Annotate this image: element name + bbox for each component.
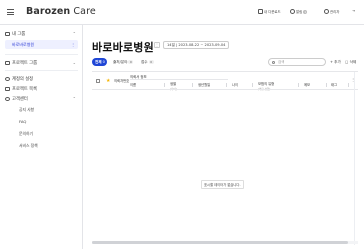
chevron-up-icon[interactable]: ⌃ — [73, 31, 76, 36]
empty-state-message: 표시할 데이터가 없습니다. — [201, 180, 244, 189]
divider — [5, 70, 78, 71]
sidebar-group-my[interactable]: 내 그룹 — [5, 31, 25, 37]
page-title: 바로바로병원 — [92, 41, 154, 54]
divider — [130, 79, 228, 80]
column-header[interactable]: 태그 — [331, 82, 337, 87]
download-button[interactable]: 내 다운로드 — [258, 9, 281, 14]
top-bar: Barozen Care 내 다운로드 알림 1 관리자 ⇥ — [0, 0, 364, 25]
sidebar: 내 그룹 ⌃ 바로바로병원 ⋮ 프로젝트 그룹 ⌄ 계정의 설정 프로젝트 목록… — [0, 25, 83, 249]
bell-icon — [290, 9, 295, 14]
folder-icon — [5, 31, 10, 36]
column-header[interactable]: 의뢰자번호 — [114, 78, 129, 83]
sidebar-item-faq[interactable]: FAQ — [19, 119, 26, 124]
logout-icon[interactable]: ⇥ — [352, 9, 355, 13]
help-icon — [5, 96, 10, 101]
data-table: 의뢰서 정보 ★ 의뢰자번호 이름 생별(나이) 생년월일 나이 보험의 유형(… — [92, 71, 358, 245]
toolbar: 전체0 출처/분야 0 접수 0 검색 + 추가 ▢ 삭제 — [92, 58, 358, 68]
download-icon — [258, 9, 263, 14]
chevron-down-icon[interactable]: ⌄ — [73, 60, 76, 65]
date-range-picker[interactable]: 14일 | 2023-08-22 ~ 2023-09-04 — [163, 41, 230, 49]
column-header[interactable]: 메모 — [304, 82, 310, 87]
scrollbar-thumb[interactable] — [92, 241, 348, 244]
filter-all-pill[interactable]: 전체0 — [92, 58, 107, 66]
chevron-up-icon[interactable]: ⌃ — [73, 96, 76, 101]
star-icon[interactable]: ★ — [106, 78, 110, 84]
filter-source[interactable]: 출처/분야 0 — [113, 58, 134, 66]
title-menu-icon[interactable]: ⋮ — [154, 42, 160, 48]
filter-received[interactable]: 접수 0 — [141, 58, 154, 66]
sidebar-group-project[interactable]: 프로젝트 그룹 — [5, 60, 37, 66]
sidebar-item-inquiry[interactable]: 문의하기 — [19, 131, 33, 137]
divider — [92, 89, 358, 90]
more-icon[interactable]: ⋮ — [71, 40, 75, 49]
list-icon — [5, 86, 10, 91]
column-header[interactable]: 이름 — [130, 82, 136, 87]
brand-logo[interactable]: Barozen Care — [26, 6, 96, 17]
user-menu[interactable]: 관리자 — [324, 9, 339, 14]
folder-icon — [5, 60, 10, 65]
search-icon — [272, 61, 275, 64]
gear-icon — [5, 76, 10, 81]
sidebar-item-settings[interactable]: 계정의 설정 — [5, 76, 33, 82]
user-icon — [324, 9, 329, 14]
notification-button[interactable]: 알림 1 — [290, 9, 308, 14]
search-input[interactable]: 검색 — [268, 58, 326, 66]
column-header[interactable]: 나이 — [232, 82, 238, 87]
divider — [5, 54, 78, 55]
trash-icon: ▢ — [345, 60, 349, 64]
sidebar-item-barobaro-hospital[interactable]: 바로바로병원 ⋮ — [5, 40, 78, 49]
delete-button[interactable]: ▢ 삭제 — [345, 58, 356, 66]
column-header[interactable]: 생년월일 — [198, 82, 210, 87]
select-all-checkbox[interactable] — [96, 79, 100, 83]
horizontal-scrollbar[interactable] — [92, 241, 358, 244]
sidebar-item-policy[interactable]: 서비스 정책 — [19, 143, 38, 149]
menu-icon[interactable] — [7, 9, 14, 15]
sidebar-group-support[interactable]: 고객센터 — [5, 96, 28, 102]
main-content: 바로바로병원 ⋮ 14일 | 2023-08-22 ~ 2023-09-04 전… — [83, 25, 364, 249]
add-button[interactable]: + 추가 — [330, 58, 341, 66]
sidebar-item-projects[interactable]: 프로젝트 목록 — [5, 86, 37, 92]
sidebar-item-notice[interactable]: 공지 사항 — [19, 107, 34, 113]
